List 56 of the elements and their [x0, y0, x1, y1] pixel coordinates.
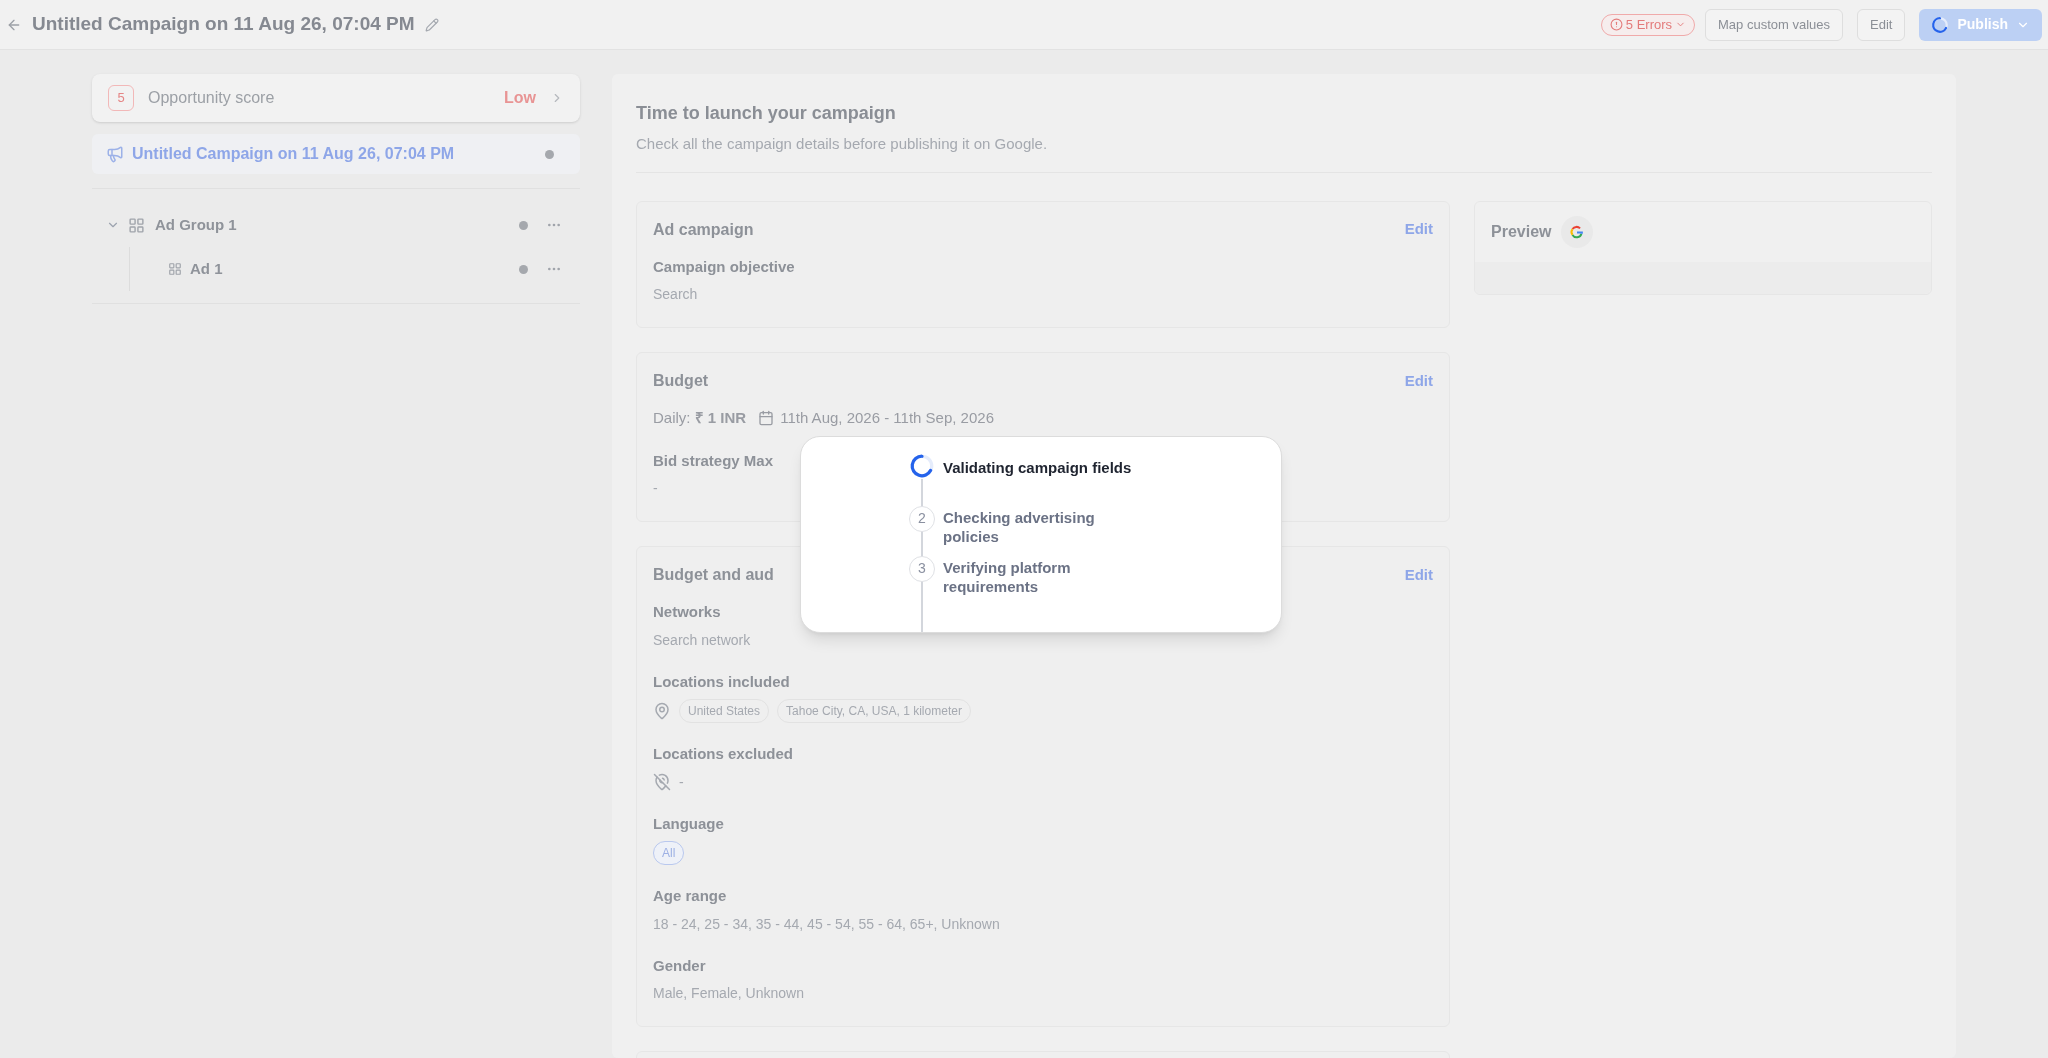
- field-label: Locations included: [653, 671, 790, 692]
- campaign-title: Untitled Campaign on 11 Aug 26, 07:04 PM: [32, 12, 415, 37]
- daily-budget: Daily: ₹ 1 INR: [653, 408, 747, 428]
- field-value: 18 - 24, 25 - 34, 35 - 44, 45 - 54, 55 - 64, 65+, Unknown: [653, 914, 1001, 934]
- review-title: Time to launch your campaign: [636, 102, 897, 125]
- tree-item-label: Ad Group 1: [155, 214, 238, 235]
- megaphone-icon: [106, 145, 124, 163]
- tree-item[interactable]: Ad Group 1: [92, 203, 580, 247]
- card-title: Ad campaign: [653, 219, 754, 240]
- field-label: Age range: [653, 886, 727, 906]
- score-value: 5: [108, 85, 134, 111]
- score-card[interactable]: 5 Opportunity score Low: [92, 74, 580, 122]
- header-button[interactable]: Map custom values: [1705, 8, 1844, 41]
- google-logo-icon: [1569, 223, 1586, 240]
- edit-link[interactable]: Edit: [1404, 369, 1433, 393]
- preview-title: Preview: [1491, 221, 1552, 242]
- edit-icon[interactable]: [424, 17, 439, 32]
- field-label: Locations excluded: [653, 744, 794, 764]
- campaign-item[interactable]: Untitled Campaign on 11 Aug 26, 07:04 PM: [92, 134, 580, 174]
- pin-off-icon: [653, 773, 671, 791]
- tree-item-label: Ad 1: [190, 258, 224, 279]
- field-label: Bid strategy Max: [653, 450, 774, 471]
- edit-link[interactable]: Edit: [1404, 563, 1433, 587]
- date-range: 11th Aug, 2026 - 11th Sep, 2026: [780, 408, 994, 428]
- grid-icon: [168, 262, 182, 276]
- field-value: Search: [653, 285, 699, 304]
- field-value: Male, Female, Unknown: [653, 984, 805, 1003]
- score-rating: Low: [504, 88, 536, 108]
- review-subtitle: Check all the campaign details before publishing it on Google.: [636, 134, 1049, 154]
- field-value: -: [679, 772, 684, 792]
- step-label: Checking advertising policies: [943, 507, 1096, 546]
- pin-icon: [653, 702, 671, 720]
- score-label: Opportunity score: [148, 88, 276, 108]
- campaign-name: Untitled Campaign on 11 Aug 26, 07:04 PM: [132, 144, 456, 164]
- field-label: Language: [653, 813, 724, 834]
- header-button[interactable]: Edit: [1857, 8, 1906, 41]
- alert-icon: [1609, 18, 1623, 31]
- publish-button[interactable]: Publish: [1919, 8, 2042, 41]
- field-label: Gender: [653, 955, 706, 976]
- card-title: Budget: [653, 371, 709, 391]
- step-number: 3: [909, 555, 935, 582]
- step-label: Verifying platform requirements: [943, 557, 1072, 596]
- errors-badge[interactable]: 5 Errors: [1600, 13, 1696, 36]
- field-label: Campaign objective: [653, 256, 795, 277]
- step-number: 2: [909, 505, 935, 532]
- tree-item[interactable]: Ad 1: [130, 247, 580, 291]
- spinner-icon: [1931, 15, 1950, 34]
- step-label: Validating campaign fields: [943, 458, 1132, 478]
- field-value: -: [653, 479, 659, 498]
- field-value: Search network: [653, 630, 752, 650]
- grid-icon: [128, 216, 145, 234]
- edit-link[interactable]: Edit: [1404, 218, 1433, 241]
- calendar-icon: [758, 410, 775, 427]
- field-label: Networks: [653, 602, 721, 622]
- language-pill: All: [653, 841, 685, 865]
- card-title: Budget and aud: [653, 565, 774, 585]
